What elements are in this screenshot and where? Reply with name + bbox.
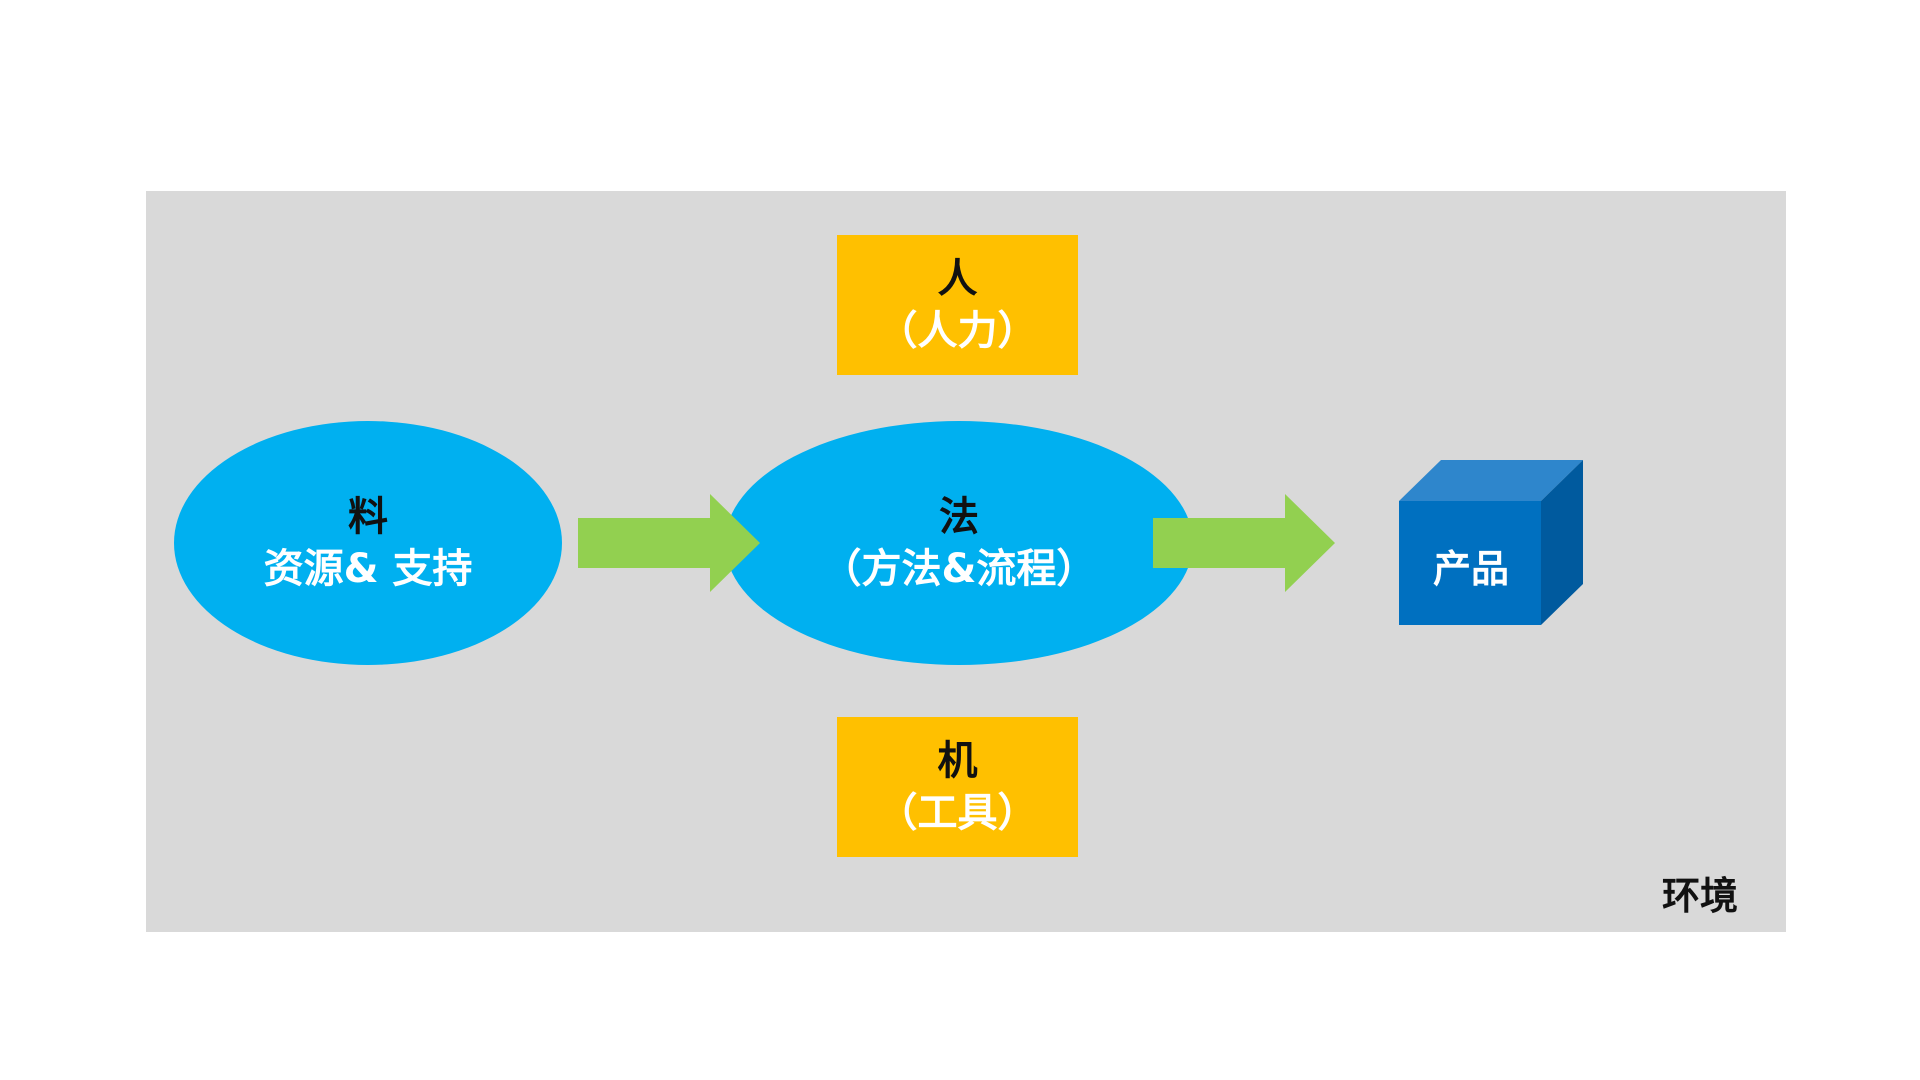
arrow-material-to-method-shape [578,494,760,592]
machine-subtitle: （工具） [877,790,1038,836]
people-box: 人 （人力） [837,235,1078,375]
machine-box: 机 （工具） [837,717,1078,857]
method-subtitle: （方法&流程） [821,546,1097,592]
material-ellipse: 料 资源& 支持 [174,421,562,665]
environment-label: 环境 [1661,874,1738,918]
method-ellipse: 法 （方法&流程） [725,421,1193,665]
material-subtitle: 资源& 支持 [263,546,473,592]
people-subtitle: （人力） [877,308,1038,354]
machine-title: 机 [937,738,978,784]
people-title: 人 [937,256,978,302]
material-title: 料 [348,494,388,540]
arrow-material-to-method [578,494,760,592]
arrow-method-to-product-shape [1153,494,1335,592]
method-title: 法 [939,494,979,540]
arrow-method-to-product [1153,494,1335,592]
product-label: 产品 [1432,547,1509,591]
